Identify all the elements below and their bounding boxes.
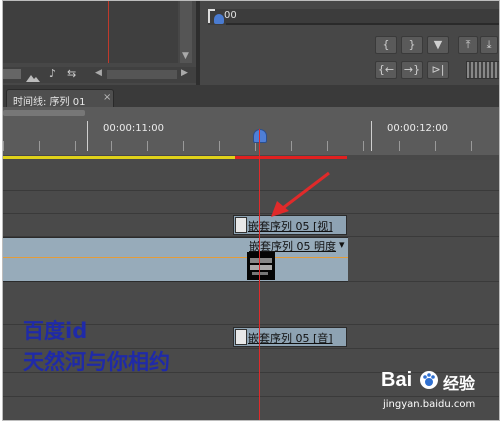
baidu-logo: Bai 经验 (381, 367, 497, 395)
scroll-left-icon[interactable]: ◀ (95, 68, 102, 78)
previous-edit-button[interactable]: {← (375, 61, 397, 79)
play-in-to-out-button[interactable]: ⊳| (427, 61, 449, 79)
clip-fx-icon (235, 329, 247, 345)
watermark-line2: 天然河与你相约 (23, 350, 170, 374)
source-h-scroll-track[interactable] (107, 70, 177, 79)
annotation-arrow-icon (271, 171, 330, 217)
source-monitor-view (3, 1, 178, 63)
source-monitor-panel: ▼ ♪ ⇆ ◀ ▶ (3, 1, 196, 85)
mountain-icon[interactable] (25, 68, 41, 82)
program-scrub-bar[interactable] (226, 23, 499, 25)
program-timecode: 00 (224, 10, 237, 21)
tab-close-icon[interactable]: × (103, 92, 111, 103)
work-area-unrendered (235, 156, 347, 159)
program-timebar[interactable]: 00 (208, 9, 499, 25)
source-vertical-scrollbar[interactable]: ▼ (180, 1, 192, 63)
ruler-time-left: 00:00:11:00 (103, 123, 165, 134)
timeline-playhead-icon[interactable] (253, 129, 267, 143)
timeline-ruler[interactable]: 00:00:11:00 00:00:12:00 (3, 107, 499, 155)
loop-icon[interactable]: ⇆ (67, 67, 76, 80)
ruler-major-tick-right (371, 121, 372, 151)
effect-dropdown-icon[interactable]: ▾ (339, 238, 345, 251)
timeline-tab[interactable]: 时间线: 序列 01 × (6, 89, 114, 108)
jog-shuttle-control[interactable] (466, 61, 499, 79)
scroll-right-icon[interactable]: ▶ (181, 68, 188, 78)
baidu-logo-suffix: 经验 (443, 374, 476, 393)
paw-icon (419, 370, 439, 390)
go-to-out-button[interactable]: ⤓ (480, 36, 498, 54)
timeline-tab-label: 时间线: 序列 01 (13, 97, 86, 108)
program-monitor-panel: 00 { } ▼ ⤒ ⤓ {← →} ⊳| (200, 1, 499, 85)
ruler-ticks (3, 141, 499, 151)
premiere-window: ▼ ♪ ⇆ ◀ ▶ 00 { } ▼ ⤒ ⤓ {← →} ⊳| 时间线: 序列 … (2, 0, 500, 421)
ruler-time-right: 00:00:12:00 (387, 123, 449, 134)
watermark-url: jingyan.baidu.com (383, 399, 476, 410)
next-edit-button[interactable]: →} (401, 61, 423, 79)
source-playhead-line (108, 1, 109, 63)
mark-out-button[interactable]: } (401, 36, 423, 54)
scroll-down-icon[interactable]: ▼ (182, 51, 189, 61)
baidu-logo-text: Bai (381, 369, 413, 391)
music-note-icon[interactable]: ♪ (49, 67, 56, 80)
mark-in-button[interactable]: { (375, 36, 397, 54)
effect-clip-header[interactable]: 嵌套序列 05 明度 ▾ (247, 238, 348, 253)
track-divider (3, 190, 499, 191)
ruler-top-scrollbar[interactable] (3, 110, 85, 116)
program-playhead-icon[interactable] (214, 14, 224, 24)
timeline-playhead-line (259, 129, 260, 420)
go-to-in-button[interactable]: ⤒ (458, 36, 478, 54)
timeline-tab-bar: 时间线: 序列 01 × (3, 85, 499, 108)
ruler-major-tick-left (87, 121, 88, 151)
source-bottom-bar: ♪ ⇆ ◀ ▶ (3, 67, 196, 83)
audio-clip[interactable]: 嵌套序列 05 [音] (233, 327, 347, 347)
clip-fx-icon (235, 217, 247, 233)
work-area-rendered (3, 156, 235, 159)
watermark-line1: 百度id (23, 319, 88, 343)
track-divider (3, 213, 499, 214)
set-marker-button[interactable]: ▼ (427, 36, 449, 54)
track-divider (3, 396, 499, 397)
source-scroll-track[interactable] (3, 69, 21, 79)
audio-clip-label: 嵌套序列 05 [音] (248, 332, 333, 345)
opacity-rubberband[interactable] (3, 257, 348, 258)
clip-thumbnail (247, 252, 275, 280)
